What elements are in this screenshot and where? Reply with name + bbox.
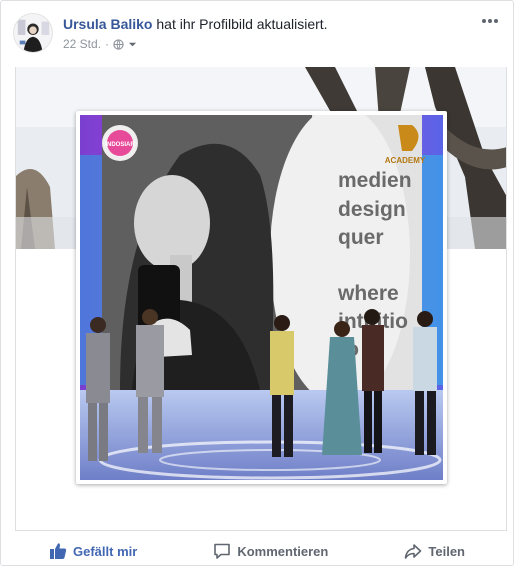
profile-picture-image: INDOSIAR ACADEMY medien design quer wher…: [80, 115, 443, 480]
overlay-text-line-3: quer: [338, 226, 384, 249]
author-name-link[interactable]: Ursula Baliko: [63, 16, 152, 32]
post-title-line: Ursula Baliko hat ihr Profilbild aktuali…: [63, 15, 328, 33]
overlay-text-line-1: medien: [338, 169, 412, 192]
comment-label: Kommentieren: [237, 543, 329, 559]
overlay-text-line-2: design: [338, 198, 406, 221]
post-timestamp[interactable]: 22 Std.: [63, 37, 101, 51]
show-logo: ACADEMY: [385, 156, 426, 165]
thumbs-up-icon: [50, 543, 67, 559]
post-subtitle-line: 22 Std. ·: [63, 37, 328, 51]
post-header: Ursula Baliko hat ihr Profilbild aktuali…: [13, 13, 501, 57]
avatar-image: [14, 14, 52, 52]
feed-post: Ursula Baliko hat ihr Profilbild aktuali…: [0, 0, 514, 566]
globe-icon: [113, 38, 124, 50]
like-button[interactable]: Gefällt mir: [49, 542, 137, 560]
share-label: Teilen: [428, 543, 465, 559]
more-options-icon: [482, 19, 486, 23]
post-actions-bar: Gefällt mir Kommentieren Teilen: [13, 535, 501, 566]
meta-separator: ·: [105, 37, 110, 51]
post-action-text: hat ihr Profilbild aktualisiert.: [156, 16, 328, 32]
share-icon: [405, 544, 422, 559]
like-label: Gefällt mir: [73, 543, 138, 559]
author-avatar[interactable]: [13, 13, 53, 53]
profile-picture[interactable]: INDOSIAR ACADEMY medien design quer wher…: [76, 111, 447, 484]
comment-button[interactable]: Kommentieren: [213, 542, 328, 560]
tv-channel-logo: INDOSIAR: [105, 142, 135, 148]
comment-icon: [214, 543, 231, 559]
post-meta: Ursula Baliko hat ihr Profilbild aktuali…: [63, 15, 328, 51]
chevron-down-icon[interactable]: [128, 40, 137, 49]
share-button[interactable]: Teilen: [404, 542, 465, 560]
more-options-button[interactable]: [479, 13, 501, 29]
overlay-text-line-4: where: [337, 282, 399, 305]
